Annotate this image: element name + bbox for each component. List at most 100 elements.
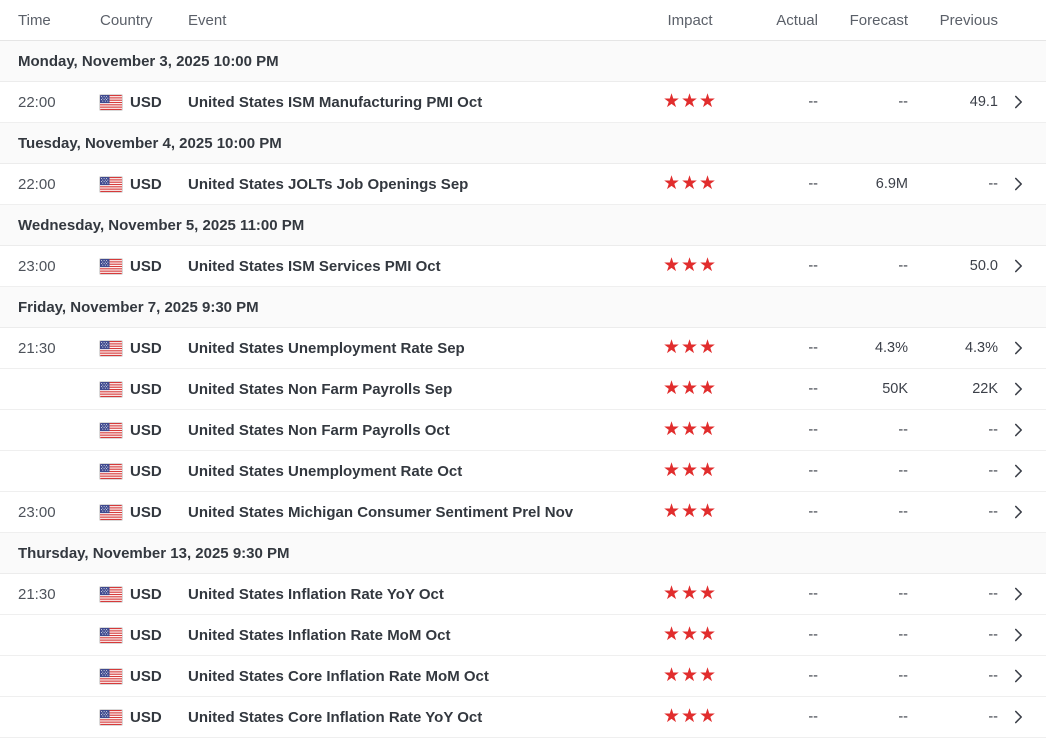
actual-value: -- (746, 422, 826, 438)
date-group-rows: 22:00 (0, 82, 1046, 123)
us-flag-icon (100, 177, 122, 192)
event-row[interactable]: 21:30 (0, 574, 1046, 615)
actual-value: -- (746, 586, 826, 602)
date-group: Friday, November 7, 2025 9:30 PM 21:30 (0, 287, 1046, 533)
actual-value: -- (746, 668, 826, 684)
currency-label: USD (130, 258, 162, 275)
previous-value: 4.3% (916, 340, 1006, 356)
column-header-event: Event (188, 12, 634, 29)
currency-label: USD (130, 586, 162, 603)
country-cell: USD (100, 504, 188, 521)
event-row[interactable]: 22:00 (0, 164, 1046, 205)
economic-calendar: Time Country Event Impact Actual Forecas… (0, 0, 1046, 738)
event-name: United States Inflation Rate YoY Oct (188, 586, 634, 603)
impact-stars: ★★★ (663, 337, 717, 358)
event-row[interactable]: USD United States Core Inflation Rate Mo… (0, 656, 1046, 697)
forecast-value: 4.3% (826, 340, 916, 356)
event-row[interactable]: 21:30 (0, 328, 1046, 369)
event-row[interactable]: 22:00 (0, 82, 1046, 123)
forecast-value: -- (826, 586, 916, 602)
impact-stars: ★★★ (663, 255, 717, 276)
event-row[interactable]: USD United States Non Farm Payrolls Sep … (0, 369, 1046, 410)
chevron-right-icon[interactable] (1006, 464, 1030, 478)
event-row[interactable]: 23:00 (0, 492, 1046, 533)
date-group-header: Tuesday, November 4, 2025 10:00 PM (0, 123, 1046, 164)
impact-stars: ★★★ (663, 419, 717, 440)
column-header-impact: Impact (634, 12, 746, 29)
country-cell: USD (100, 668, 188, 685)
date-label: Thursday, November 13, 2025 9:30 PM (18, 545, 290, 562)
date-group-header: Wednesday, November 5, 2025 11:00 PM (0, 205, 1046, 246)
chevron-right-icon[interactable] (1006, 177, 1030, 191)
chevron-right-icon[interactable] (1006, 95, 1030, 109)
date-label: Monday, November 3, 2025 10:00 PM (18, 53, 279, 70)
table-header-row: Time Country Event Impact Actual Forecas… (0, 0, 1046, 41)
forecast-value: -- (826, 504, 916, 520)
chevron-right-icon[interactable] (1006, 628, 1030, 642)
currency-label: USD (130, 504, 162, 521)
chevron-right-icon[interactable] (1006, 341, 1030, 355)
event-time: 22:00 (18, 94, 100, 111)
date-group: Thursday, November 13, 2025 9:30 PM 21:3… (0, 533, 1046, 738)
forecast-value: -- (826, 709, 916, 725)
country-cell: USD (100, 176, 188, 193)
currency-label: USD (130, 627, 162, 644)
currency-label: USD (130, 463, 162, 480)
date-group-rows: 23:00 (0, 246, 1046, 287)
us-flag-icon (100, 505, 122, 520)
date-group-rows: 21:30 (0, 574, 1046, 738)
us-flag-icon (100, 259, 122, 274)
chevron-right-icon[interactable] (1006, 382, 1030, 396)
date-group-rows: 21:30 (0, 328, 1046, 533)
currency-label: USD (130, 709, 162, 726)
us-flag-icon (100, 382, 122, 397)
impact-stars: ★★★ (663, 706, 717, 727)
actual-value: -- (746, 258, 826, 274)
column-header-country: Country (100, 12, 188, 29)
date-group: Wednesday, November 5, 2025 11:00 PM 23:… (0, 205, 1046, 287)
actual-value: -- (746, 340, 826, 356)
event-name: United States Unemployment Rate Oct (188, 463, 634, 480)
country-cell: USD (100, 627, 188, 644)
event-time: 22:00 (18, 176, 100, 193)
event-name: United States Core Inflation Rate MoM Oc… (188, 668, 634, 685)
chevron-right-icon[interactable] (1006, 669, 1030, 683)
event-row[interactable]: USD United States Unemployment Rate Oct … (0, 451, 1046, 492)
us-flag-icon (100, 95, 122, 110)
column-header-previous: Previous (916, 12, 1006, 29)
event-row[interactable]: USD United States Inflation Rate MoM Oct… (0, 615, 1046, 656)
chevron-right-icon[interactable] (1006, 259, 1030, 273)
chevron-right-icon[interactable] (1006, 710, 1030, 724)
previous-value: -- (916, 176, 1006, 192)
impact-stars: ★★★ (663, 460, 717, 481)
actual-value: -- (746, 176, 826, 192)
country-cell: USD (100, 422, 188, 439)
forecast-value: -- (826, 94, 916, 110)
actual-value: -- (746, 463, 826, 479)
previous-value: -- (916, 504, 1006, 520)
event-time: 21:30 (18, 340, 100, 357)
event-row[interactable]: USD United States Non Farm Payrolls Oct … (0, 410, 1046, 451)
chevron-right-icon[interactable] (1006, 587, 1030, 601)
actual-value: -- (746, 381, 826, 397)
us-flag-icon (100, 587, 122, 602)
event-time: 21:30 (18, 586, 100, 603)
event-name: United States Michigan Consumer Sentimen… (188, 504, 634, 521)
us-flag-icon (100, 423, 122, 438)
date-group: Monday, November 3, 2025 10:00 PM 22:00 (0, 41, 1046, 123)
previous-value: -- (916, 422, 1006, 438)
us-flag-icon (100, 341, 122, 356)
event-row[interactable]: 23:00 (0, 246, 1046, 287)
us-flag-icon (100, 669, 122, 684)
event-name: United States ISM Manufacturing PMI Oct (188, 94, 634, 111)
event-row[interactable]: USD United States Core Inflation Rate Yo… (0, 697, 1046, 738)
forecast-value: -- (826, 668, 916, 684)
chevron-right-icon[interactable] (1006, 423, 1030, 437)
actual-value: -- (746, 504, 826, 520)
forecast-value: -- (826, 463, 916, 479)
impact-stars: ★★★ (663, 173, 717, 194)
event-time: 23:00 (18, 504, 100, 521)
impact-stars: ★★★ (663, 91, 717, 112)
chevron-right-icon[interactable] (1006, 505, 1030, 519)
event-name: United States Non Farm Payrolls Sep (188, 381, 634, 398)
